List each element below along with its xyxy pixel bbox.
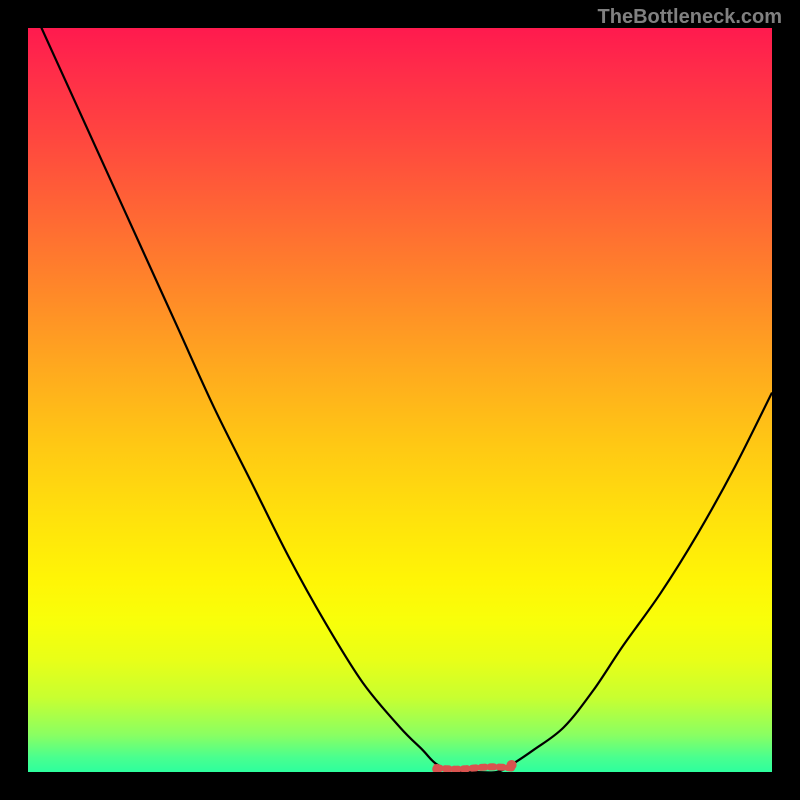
watermark-text: TheBottleneck.com <box>598 6 782 29</box>
flat-region-end-dot <box>507 760 517 770</box>
bottleneck-curve-path <box>28 28 772 772</box>
chart-plot-area <box>28 28 772 772</box>
chart-curve-layer <box>28 28 772 772</box>
flat-region-highlight <box>437 767 511 769</box>
